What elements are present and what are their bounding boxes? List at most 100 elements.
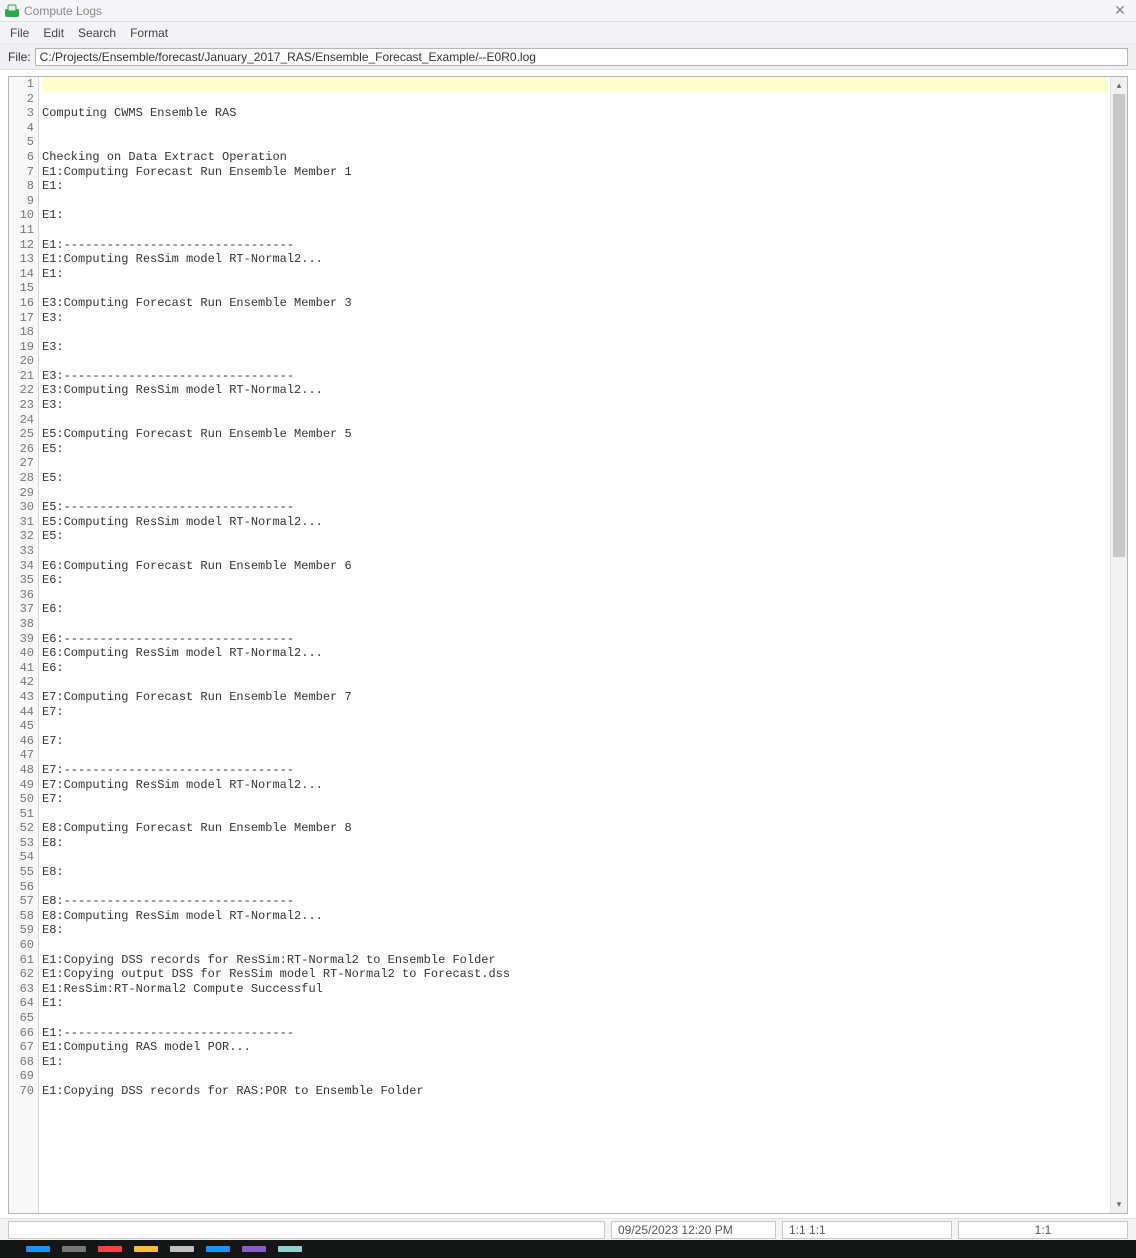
app-icon — [4, 3, 20, 19]
menu-file[interactable]: File — [6, 24, 33, 42]
code-line[interactable] — [42, 135, 1107, 150]
taskbar — [0, 1240, 1136, 1258]
code-line[interactable]: E5:Computing Forecast Run Ensemble Membe… — [42, 427, 1107, 442]
scroll-up-icon[interactable]: ▴ — [1111, 77, 1127, 94]
code-line[interactable] — [42, 807, 1107, 822]
code-line[interactable] — [42, 77, 1107, 92]
code-line[interactable]: E7: — [42, 705, 1107, 720]
code-line[interactable]: E8:Computing ResSim model RT-Normal2... — [42, 909, 1107, 924]
code-line[interactable] — [42, 938, 1107, 953]
taskbar-app-icon[interactable] — [206, 1246, 230, 1252]
line-number: 32 — [9, 529, 34, 544]
code-line[interactable]: E8: — [42, 836, 1107, 851]
code-line[interactable]: E7: — [42, 734, 1107, 749]
taskbar-app-icon[interactable] — [26, 1246, 50, 1252]
code-line[interactable] — [42, 719, 1107, 734]
code-line[interactable] — [42, 1011, 1107, 1026]
taskbar-app-icon[interactable] — [134, 1246, 158, 1252]
taskbar-app-icon[interactable] — [98, 1246, 122, 1252]
code-line[interactable] — [42, 281, 1107, 296]
code-line[interactable] — [42, 588, 1107, 603]
code-line[interactable]: E6:-------------------------------- — [42, 632, 1107, 647]
scroll-thumb[interactable] — [1113, 94, 1125, 557]
code-line[interactable]: Checking on Data Extract Operation — [42, 150, 1107, 165]
code-line[interactable] — [42, 413, 1107, 428]
code-line[interactable]: E1:Copying DSS records for RAS:POR to En… — [42, 1084, 1107, 1099]
code-line[interactable]: E1:-------------------------------- — [42, 238, 1107, 253]
code-line[interactable]: Computing CWMS Ensemble RAS — [42, 106, 1107, 121]
code-line[interactable] — [42, 748, 1107, 763]
code-line[interactable] — [42, 675, 1107, 690]
code-line[interactable]: E3:Computing ResSim model RT-Normal2... — [42, 383, 1107, 398]
code-line[interactable] — [42, 223, 1107, 238]
code-line[interactable]: E1: — [42, 1055, 1107, 1070]
code-line[interactable]: E8:-------------------------------- — [42, 894, 1107, 909]
code-line[interactable]: E7: — [42, 792, 1107, 807]
code-line[interactable] — [42, 92, 1107, 107]
code-line[interactable]: E1:Computing ResSim model RT-Normal2... — [42, 252, 1107, 267]
vertical-scrollbar[interactable]: ▴ ▾ — [1110, 77, 1127, 1213]
taskbar-app-icon[interactable] — [278, 1246, 302, 1252]
menu-edit[interactable]: Edit — [39, 24, 68, 42]
code-line[interactable] — [42, 194, 1107, 209]
file-path-input[interactable] — [35, 48, 1128, 66]
code-line[interactable]: E1: — [42, 267, 1107, 282]
line-number: 42 — [9, 675, 34, 690]
window-title: Compute Logs — [24, 4, 1108, 18]
code-line[interactable]: E8: — [42, 923, 1107, 938]
line-number: 66 — [9, 1026, 34, 1041]
code-line[interactable]: E6:Computing Forecast Run Ensemble Membe… — [42, 559, 1107, 574]
code-line[interactable]: E6:Computing ResSim model RT-Normal2... — [42, 646, 1107, 661]
line-number: 55 — [9, 865, 34, 880]
code-line[interactable]: E5: — [42, 471, 1107, 486]
code-line[interactable] — [42, 880, 1107, 895]
code-line[interactable]: E1: — [42, 179, 1107, 194]
code-line[interactable] — [42, 1069, 1107, 1084]
code-line[interactable] — [42, 486, 1107, 501]
code-line[interactable]: E5:Computing ResSim model RT-Normal2... — [42, 515, 1107, 530]
code-line[interactable]: E5:-------------------------------- — [42, 500, 1107, 515]
code-line[interactable]: E3: — [42, 311, 1107, 326]
code-area[interactable]: Computing CWMS Ensemble RAS Checking on D… — [39, 77, 1110, 1213]
code-line[interactable]: E5: — [42, 442, 1107, 457]
scroll-down-icon[interactable]: ▾ — [1111, 1196, 1127, 1213]
code-line[interactable]: E3:-------------------------------- — [42, 369, 1107, 384]
line-number: 22 — [9, 383, 34, 398]
code-line[interactable]: E1: — [42, 208, 1107, 223]
code-line[interactable]: E3:Computing Forecast Run Ensemble Membe… — [42, 296, 1107, 311]
code-line[interactable]: E1:Copying output DSS for ResSim model R… — [42, 967, 1107, 982]
line-number: 28 — [9, 471, 34, 486]
menu-format[interactable]: Format — [126, 24, 172, 42]
code-line[interactable]: E1:Computing Forecast Run Ensemble Membe… — [42, 165, 1107, 180]
taskbar-app-icon[interactable] — [242, 1246, 266, 1252]
code-line[interactable]: E1:ResSim:RT-Normal2 Compute Successful — [42, 982, 1107, 997]
code-line[interactable]: E1:-------------------------------- — [42, 1026, 1107, 1041]
code-line[interactable]: E1: — [42, 996, 1107, 1011]
code-line[interactable]: E6: — [42, 573, 1107, 588]
code-line[interactable]: E5: — [42, 529, 1107, 544]
code-line[interactable]: E6: — [42, 661, 1107, 676]
line-number: 48 — [9, 763, 34, 778]
code-line[interactable] — [42, 544, 1107, 559]
code-line[interactable]: E8:Computing Forecast Run Ensemble Membe… — [42, 821, 1107, 836]
code-line[interactable]: E7:Computing Forecast Run Ensemble Membe… — [42, 690, 1107, 705]
code-line[interactable] — [42, 325, 1107, 340]
code-line[interactable]: E7:-------------------------------- — [42, 763, 1107, 778]
code-line[interactable]: E1:Copying DSS records for ResSim:RT-Nor… — [42, 953, 1107, 968]
code-line[interactable]: E8: — [42, 865, 1107, 880]
code-line[interactable]: E1:Computing RAS model POR... — [42, 1040, 1107, 1055]
code-line[interactable] — [42, 850, 1107, 865]
taskbar-app-icon[interactable] — [170, 1246, 194, 1252]
code-line[interactable]: E6: — [42, 602, 1107, 617]
code-line[interactable]: E7:Computing ResSim model RT-Normal2... — [42, 778, 1107, 793]
code-line[interactable] — [42, 354, 1107, 369]
taskbar-app-icon[interactable] — [62, 1246, 86, 1252]
code-line[interactable]: E3: — [42, 398, 1107, 413]
code-line[interactable] — [42, 121, 1107, 136]
code-line[interactable] — [42, 456, 1107, 471]
code-line[interactable] — [42, 617, 1107, 632]
code-line[interactable]: E3: — [42, 340, 1107, 355]
close-icon[interactable]: ✕ — [1108, 2, 1132, 19]
scroll-track[interactable] — [1111, 94, 1127, 1196]
menu-search[interactable]: Search — [74, 24, 120, 42]
